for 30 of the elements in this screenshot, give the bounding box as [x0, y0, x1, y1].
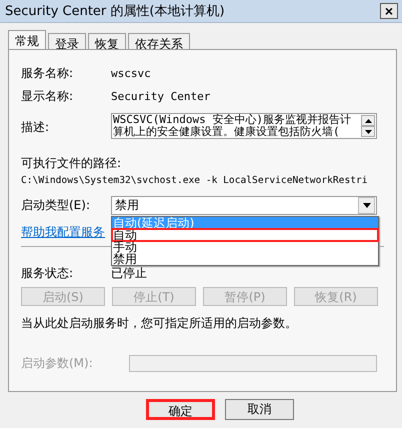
- field-label: 服务状态:: [21, 265, 74, 282]
- field-label: 启动类型(E):: [21, 197, 91, 214]
- service-status: 已停止: [111, 265, 147, 282]
- tab[interactable]: 恢复: [88, 33, 126, 49]
- arrow-down-icon: [364, 130, 372, 134]
- cancel-button[interactable]: 取消: [225, 399, 294, 420]
- window-title: Security Center 的属性(本地计算机): [5, 3, 225, 20]
- field-label: 启动参数(M):: [21, 355, 94, 372]
- field-label: 服务名称:: [21, 65, 74, 82]
- description-text: WSCSVC(Windows 安全中心)服务监视并报告计算机上的安全健康设置。健康设置包括防火墙(: [112, 114, 352, 138]
- scroll-up-button[interactable]: [361, 115, 375, 126]
- arrow-up-icon: [364, 118, 372, 122]
- tab[interactable]: 依存关系: [128, 33, 190, 49]
- dropdown-option[interactable]: 手动: [112, 241, 378, 253]
- tab[interactable]: 常规: [8, 30, 46, 49]
- field-label: 显示名称:: [21, 88, 74, 105]
- service-name: wscsvc: [111, 67, 151, 80]
- dropdown-option[interactable]: 自动: [112, 229, 378, 241]
- display-name: Security Center: [111, 90, 210, 103]
- ok-button[interactable]: 确定: [146, 399, 215, 420]
- close-button[interactable]: ×: [380, 3, 398, 19]
- hint-text: 当从此处启动服务时，您可指定所适用的启动参数。: [21, 315, 298, 332]
- dropdown-option[interactable]: 禁用: [112, 253, 378, 265]
- dropdown-arrow-icon: [362, 203, 370, 208]
- tab[interactable]: 登录: [48, 33, 86, 49]
- scroll-down-button[interactable]: [361, 126, 375, 137]
- field-label: 可执行文件的路径:: [21, 155, 122, 172]
- field-label: 描述:: [21, 119, 50, 136]
- startup-type-dropdown[interactable]: 禁用: [111, 196, 377, 215]
- executable-path: C:\Windows\System32\svchost.exe -k LocalServiceNetworkRestri: [21, 175, 369, 186]
